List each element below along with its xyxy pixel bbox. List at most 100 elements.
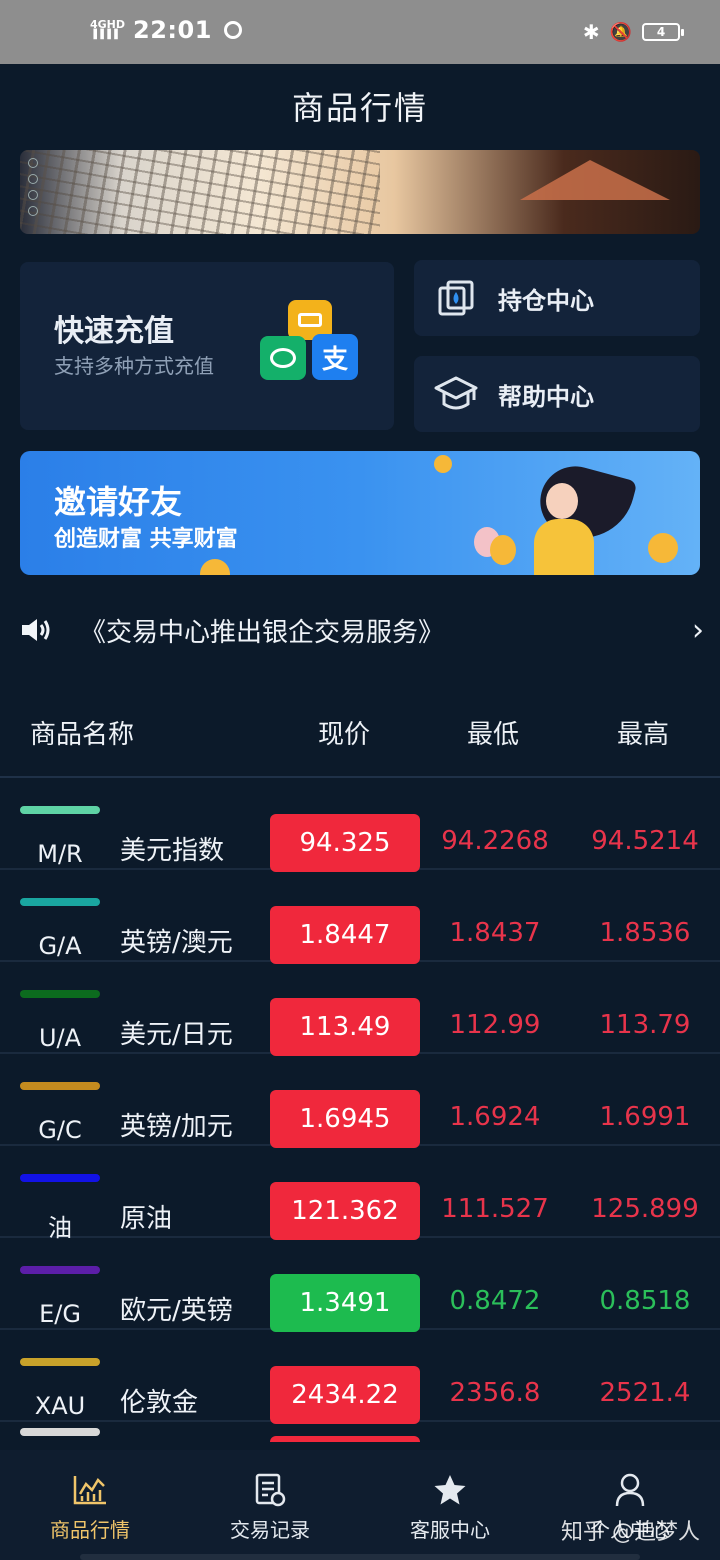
row-low: 111.527 bbox=[441, 1194, 549, 1224]
bluetooth-icon: ✱ bbox=[582, 20, 600, 44]
watermark: 知乎 @追梦人 bbox=[561, 1520, 700, 1545]
star-icon bbox=[430, 1472, 470, 1508]
row-color-tag bbox=[20, 898, 100, 906]
tab-label: 商品行情 bbox=[50, 1518, 130, 1542]
top-banner[interactable] bbox=[20, 150, 700, 234]
chart-icon bbox=[70, 1472, 110, 1508]
invite-friends-banner[interactable]: 邀请好友 创造财富 共享财富 bbox=[20, 451, 700, 575]
table-row[interactable]: E/G 欧元/英镑 1.3491 0.8472 0.8518 bbox=[0, 1238, 720, 1332]
holdings-icon bbox=[434, 276, 478, 320]
row-name: 美元指数 bbox=[120, 836, 225, 866]
col-low: 最低 bbox=[467, 720, 520, 750]
row-high: 125.899 bbox=[591, 1194, 699, 1224]
table-row[interactable]: G/A 英镑/澳元 1.8447 1.8437 1.8536 bbox=[0, 870, 720, 964]
balloon-decoration bbox=[490, 535, 516, 565]
row-code: XAU bbox=[34, 1392, 86, 1420]
table-row[interactable]: 油 原油 121.362 111.527 125.899 bbox=[0, 1146, 720, 1242]
row-name: 原油 bbox=[120, 1204, 173, 1234]
gesture-bar bbox=[80, 1554, 640, 1560]
row-color-tag bbox=[20, 1082, 100, 1090]
status-time: 22:01 bbox=[133, 16, 212, 44]
col-price: 现价 bbox=[318, 720, 371, 750]
row-price: 1.6945 bbox=[270, 1090, 420, 1148]
row-color-tag bbox=[20, 1266, 100, 1274]
row-name: 伦敦金 bbox=[120, 1388, 199, 1418]
network-indicator: 4GHD ▐▐▐▐ bbox=[90, 19, 125, 41]
mute-bell-icon: 🔕 bbox=[609, 21, 632, 43]
banner-keyboard-image bbox=[20, 150, 380, 234]
recharge-title: 快速充值 bbox=[54, 314, 174, 349]
table-row[interactable]: XAU 伦敦金 2434.22 2356.8 2521.4 bbox=[0, 1330, 720, 1424]
coin-decoration bbox=[200, 559, 230, 575]
row-code: G/C bbox=[38, 1116, 82, 1144]
tab-label: 客服中心 bbox=[410, 1518, 490, 1542]
table-row[interactable]: M/R 美元指数 94.325 94.2268 94.5214 bbox=[0, 778, 720, 872]
row-code: U/A bbox=[38, 1024, 82, 1052]
row-low: 0.8472 bbox=[449, 1286, 541, 1316]
row-high: 1.6991 bbox=[599, 1102, 691, 1132]
app-notification-icon bbox=[223, 21, 242, 39]
speaker-icon bbox=[20, 616, 52, 644]
row-high: 0.8518 bbox=[599, 1286, 691, 1316]
quick-recharge-card[interactable]: 快速充值 支持多种方式充值 支 bbox=[20, 262, 394, 430]
row-low: 1.8437 bbox=[449, 918, 541, 948]
tab-service[interactable]: 客服中心 bbox=[360, 1450, 540, 1560]
announcement-text: 《交易中心推出银企交易服务》 bbox=[80, 617, 445, 648]
row-price: 94.325 bbox=[270, 814, 420, 872]
banner-indicator bbox=[28, 158, 38, 222]
network-label: 4GHD bbox=[90, 18, 126, 31]
tab-market[interactable]: 商品行情 bbox=[0, 1450, 180, 1560]
battery-icon: 4 bbox=[642, 23, 684, 41]
row-high: 2521.4 bbox=[599, 1378, 691, 1408]
row-high: 94.5214 bbox=[591, 826, 699, 856]
wechat-pay-icon bbox=[260, 336, 306, 380]
row-high: 113.79 bbox=[599, 1010, 691, 1040]
market-table-header: 商品名称 现价 最低 最高 bbox=[0, 700, 720, 778]
row-price: 2434.22 bbox=[270, 1366, 420, 1424]
row-price-partial bbox=[270, 1436, 420, 1442]
row-color-tag bbox=[20, 1174, 100, 1182]
row-price: 1.3491 bbox=[270, 1274, 420, 1332]
announcement-bar[interactable]: 《交易中心推出银企交易服务》 › bbox=[20, 608, 710, 652]
chevron-right-icon[interactable]: › bbox=[692, 613, 704, 648]
coin-decoration bbox=[648, 533, 678, 563]
invite-title: 邀请好友 bbox=[54, 483, 183, 521]
page-title: 商品行情 bbox=[291, 89, 428, 127]
page-header: 商品行情 bbox=[0, 64, 720, 148]
row-high: 1.8536 bbox=[599, 918, 691, 948]
row-low: 1.6924 bbox=[449, 1102, 541, 1132]
status-bar: 4GHD ▐▐▐▐ 22:01 ✱ 🔕 4 bbox=[0, 0, 720, 64]
status-right: ✱ 🔕 4 bbox=[582, 20, 684, 44]
row-color-tag bbox=[20, 990, 100, 998]
row-low: 112.99 bbox=[449, 1010, 541, 1040]
row-code: G/A bbox=[38, 932, 82, 960]
signal-icon: ▐▐▐▐ bbox=[90, 30, 118, 40]
table-row-partial[interactable] bbox=[0, 1422, 720, 1442]
banner-decoration bbox=[520, 160, 670, 200]
recharge-subtitle: 支持多种方式充值 bbox=[54, 354, 214, 378]
payment-icons: 支 bbox=[260, 300, 360, 390]
holdings-label: 持仓中心 bbox=[498, 286, 594, 315]
row-color-tag bbox=[20, 1358, 100, 1366]
row-color-tag bbox=[20, 806, 100, 814]
row-price: 121.362 bbox=[270, 1182, 420, 1240]
row-code: E/G bbox=[39, 1300, 81, 1328]
row-price: 113.49 bbox=[270, 998, 420, 1056]
graduation-cap-icon bbox=[434, 372, 478, 416]
help-center-button[interactable]: 帮助中心 bbox=[414, 356, 700, 432]
user-icon bbox=[610, 1472, 650, 1508]
help-label: 帮助中心 bbox=[498, 382, 594, 411]
row-name: 英镑/澳元 bbox=[120, 928, 233, 958]
holdings-center-button[interactable]: 持仓中心 bbox=[414, 260, 700, 336]
market-table: M/R 美元指数 94.325 94.2268 94.5214 G/A 英镑/澳… bbox=[0, 778, 720, 1442]
tab-records[interactable]: 交易记录 bbox=[180, 1450, 360, 1560]
table-row[interactable]: G/C 英镑/加元 1.6945 1.6924 1.6991 bbox=[0, 1054, 720, 1148]
col-high: 最高 bbox=[617, 720, 670, 750]
table-row[interactable]: U/A 美元/日元 113.49 112.99 113.79 bbox=[0, 962, 720, 1056]
row-color-tag bbox=[20, 1428, 100, 1436]
row-name: 美元/日元 bbox=[120, 1020, 233, 1050]
row-code: M/R bbox=[37, 840, 83, 868]
row-name: 欧元/英镑 bbox=[120, 1296, 233, 1326]
row-name: 英镑/加元 bbox=[120, 1112, 233, 1142]
row-price: 1.8447 bbox=[270, 906, 420, 964]
